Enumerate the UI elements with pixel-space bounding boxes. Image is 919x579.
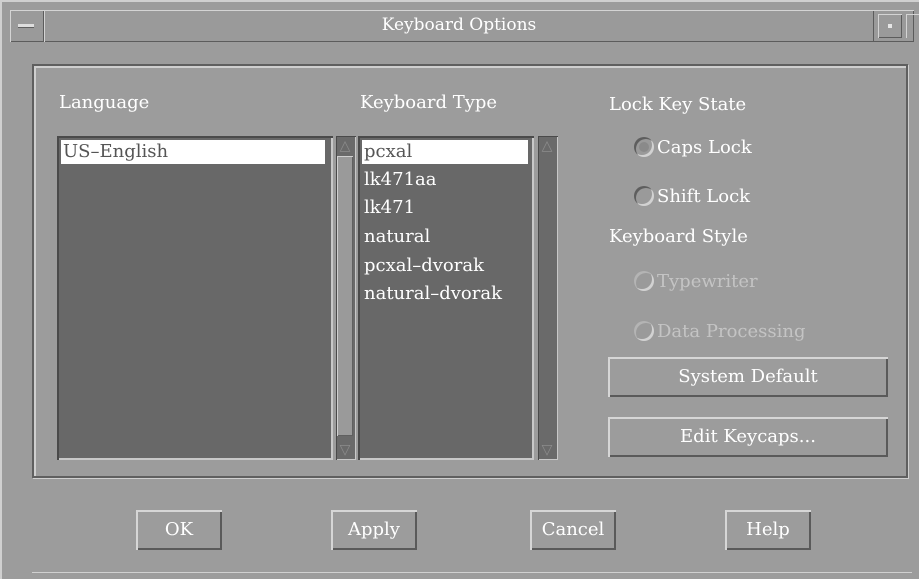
caps-lock-radio[interactable]: Caps Lock — [634, 134, 752, 160]
apply-button[interactable]: Apply — [331, 510, 417, 550]
keyboard-type-item[interactable]: natural — [362, 225, 430, 249]
edit-keycaps-button[interactable]: Edit Keycaps... — [608, 417, 888, 457]
keyboard-type-item[interactable]: pcxal–dvorak — [362, 254, 484, 278]
caps-lock-label: Caps Lock — [657, 136, 752, 158]
keyboard-style-label: Keyboard Style — [609, 226, 748, 247]
radio-unchecked-icon[interactable] — [634, 186, 654, 206]
keyboard-type-list[interactable]: pcxal lk471aa lk471 natural pcxal–dvorak… — [358, 136, 534, 460]
keyboard-type-item[interactable]: lk471aa — [362, 168, 436, 192]
language-scrollbar[interactable]: △ ▽ — [336, 136, 356, 460]
language-list[interactable]: US–English — [57, 136, 333, 460]
system-default-button[interactable]: System Default — [608, 357, 888, 397]
window-title: Keyboard Options — [44, 10, 874, 42]
minimize-icon — [888, 24, 892, 28]
scroll-down-arrow-icon[interactable]: ▽ — [540, 442, 554, 458]
keyboard-type-item[interactable]: lk471 — [362, 196, 415, 220]
typewriter-radio: Typewriter — [634, 268, 758, 294]
window-menu-icon — [18, 24, 34, 27]
keyboard-type-item[interactable]: natural–dvorak — [362, 282, 502, 306]
radio-unchecked-icon — [634, 321, 654, 341]
lock-key-state-label: Lock Key State — [609, 94, 747, 115]
data-processing-label: Data Processing — [657, 320, 806, 342]
language-item-us-english[interactable]: US–English — [61, 140, 325, 164]
radio-unchecked-icon — [634, 271, 654, 291]
help-button[interactable]: Help — [725, 510, 811, 550]
keyboard-options-window: Keyboard Options Language US–English △ ▽… — [0, 0, 919, 579]
keyboard-type-label: Keyboard Type — [360, 92, 498, 113]
language-label: Language — [59, 92, 150, 113]
minimize-button[interactable] — [878, 14, 902, 38]
scroll-up-arrow-icon[interactable]: △ — [540, 138, 554, 154]
ok-button[interactable]: OK — [136, 510, 222, 550]
radio-checked-icon[interactable] — [634, 137, 654, 157]
cancel-button[interactable]: Cancel — [530, 510, 616, 550]
window-bottom-edge — [32, 572, 912, 579]
scroll-up-arrow-icon[interactable]: △ — [338, 138, 352, 154]
keyboard-type-scrollbar[interactable]: △ ▽ — [538, 136, 558, 460]
data-processing-radio: Data Processing — [634, 318, 805, 344]
title-bar[interactable]: Keyboard Options — [10, 10, 914, 42]
shift-lock-radio[interactable]: Shift Lock — [634, 183, 750, 209]
options-panel: Language US–English △ ▽ Keyboard Type pc… — [32, 64, 908, 478]
maximize-button[interactable] — [906, 14, 919, 38]
language-scroll-thumb[interactable] — [337, 156, 353, 436]
typewriter-label: Typewriter — [657, 270, 758, 292]
shift-lock-label: Shift Lock — [657, 185, 751, 207]
keyboard-type-item[interactable]: pcxal — [362, 140, 528, 164]
scroll-down-arrow-icon[interactable]: ▽ — [338, 442, 352, 458]
window-menu-button[interactable] — [10, 10, 44, 42]
